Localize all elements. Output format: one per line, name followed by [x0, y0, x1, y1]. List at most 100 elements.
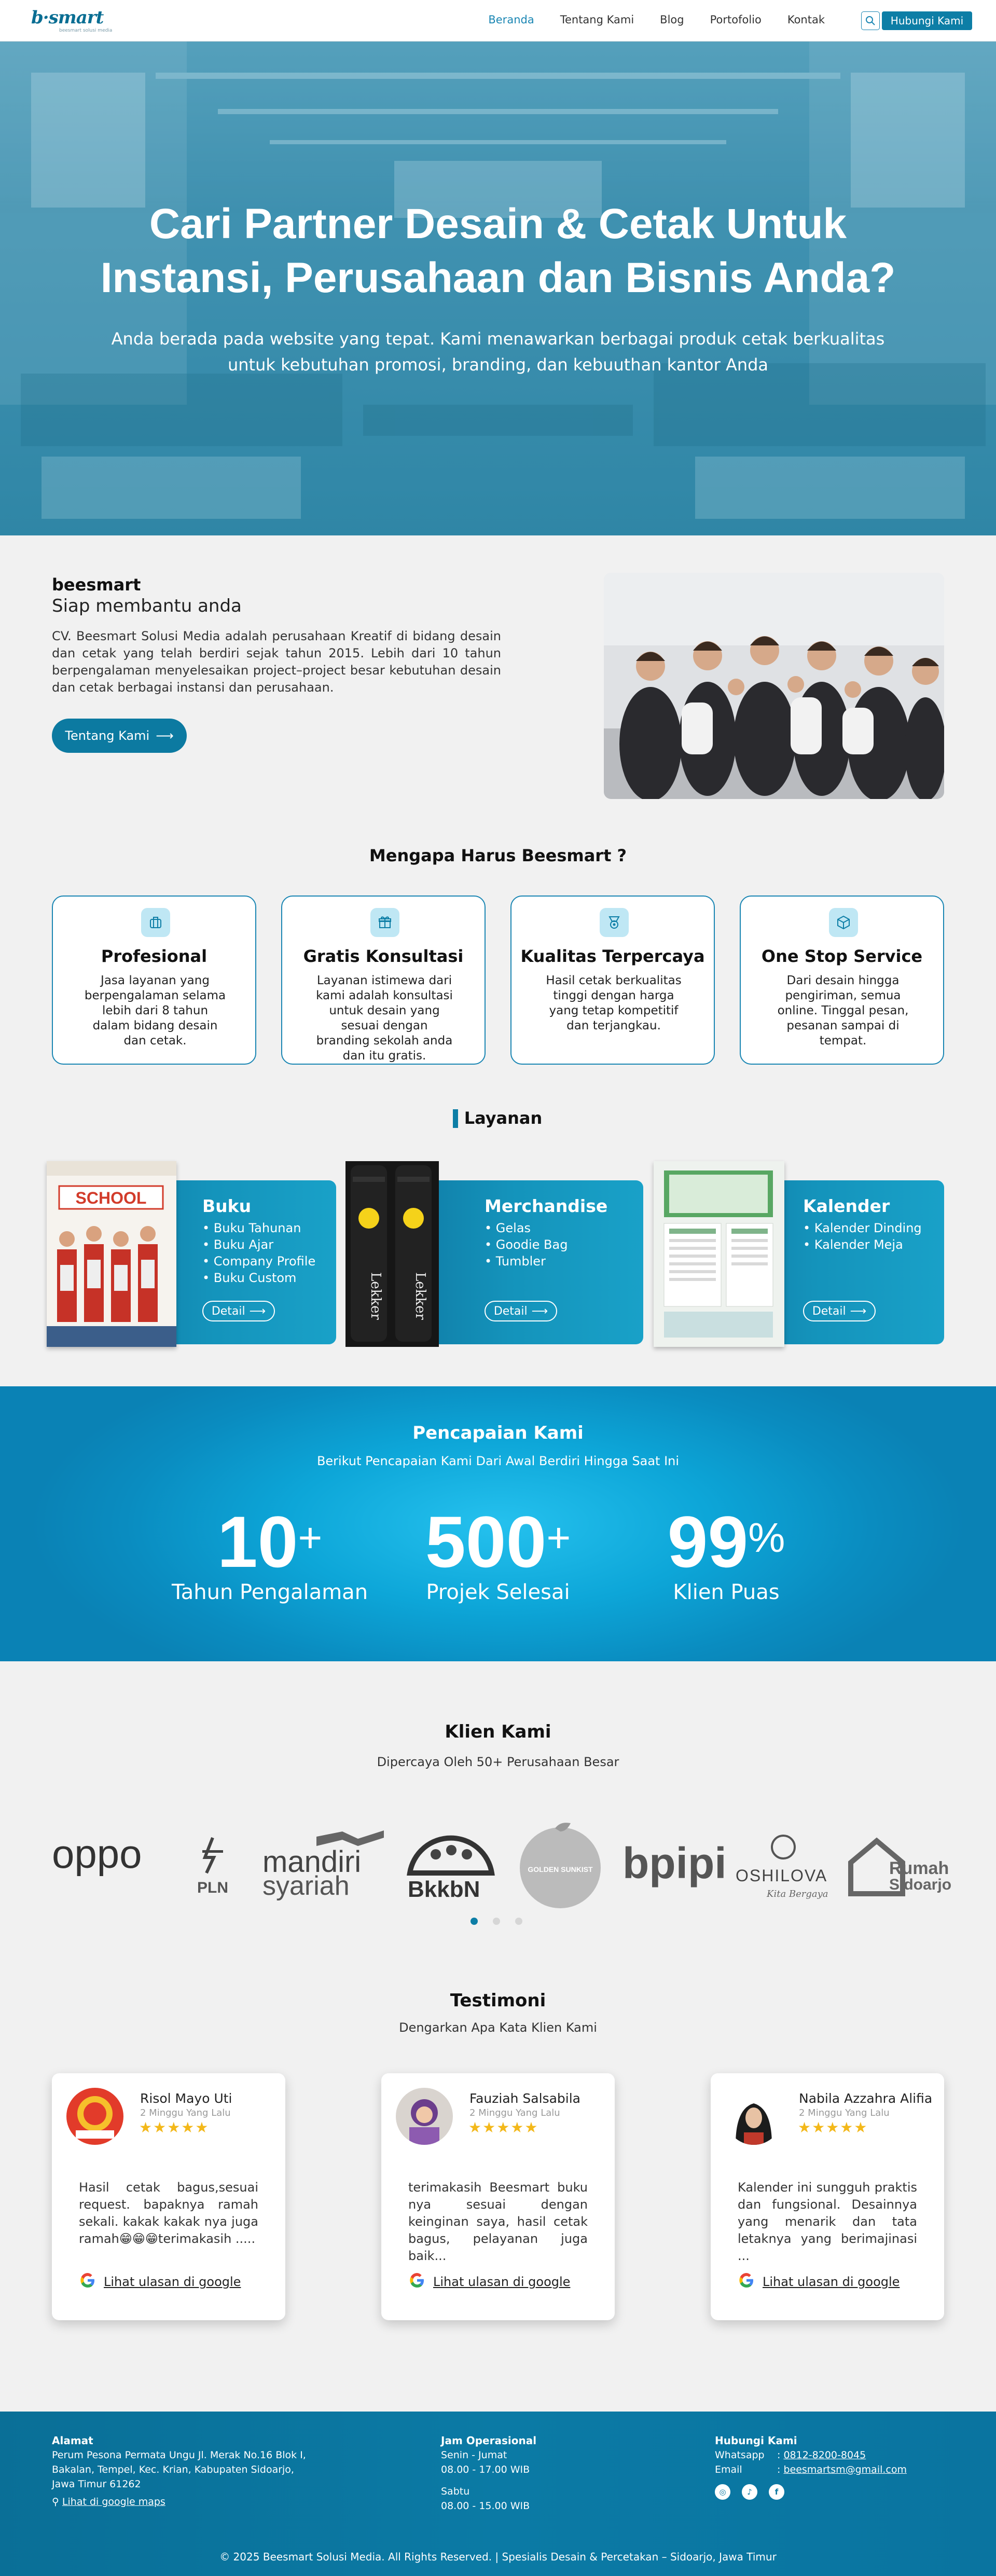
svg-text:syariah: syariah	[262, 1871, 350, 1901]
why-card-text: Hasil cetak berkualitas tinggi dengan ha…	[546, 974, 682, 1032]
testimonials-title: Testimoni	[450, 1990, 546, 2011]
google-review-link[interactable]: Lihat ulasan di google	[738, 2271, 900, 2292]
service-bullets: Buku Tahunan Buku Ajar Company Profile B…	[202, 1220, 315, 1286]
clients-subtitle: Dipercaya Oleh 50+ Perusahaan Besar	[377, 1755, 619, 1769]
logo-bkkbn: BkkbN	[407, 1835, 495, 1902]
medal-icon	[600, 908, 629, 937]
review-text: terimakasih Beesmart buku nya sesuai den…	[408, 2180, 588, 2263]
nav-link-tentang-kami[interactable]: Tentang Kami	[560, 13, 634, 26]
logo-golden-sunkist: GOLDEN SUNKIST	[520, 1823, 601, 1908]
instagram-icon[interactable]: ◎	[715, 2484, 730, 2500]
google-review-link[interactable]: Lihat ulasan di google	[79, 2271, 241, 2292]
svg-text:OSHILOVA: OSHILOVA	[736, 1866, 827, 1885]
logo-oshilova: OSHILOVA Kita Bergaya	[736, 1835, 828, 1899]
google-icon	[408, 2271, 426, 2292]
footer-hours: Jam Operasional Senin - Jumat 08.00 - 17…	[441, 2434, 537, 2512]
whatsapp-link[interactable]: 0812-8200-8045	[783, 2449, 866, 2461]
achievements-section: Pencapaian Kami Berikut Pencapaian Kami …	[0, 1386, 996, 1661]
book-cover-image: SCHOOL	[47, 1161, 176, 1347]
why-card-text: Jasa layanan yang berpengalaman selama l…	[84, 974, 226, 1048]
carousel-dot-active[interactable]	[471, 1918, 478, 1925]
testimonial-card: Fauziah Salsabila 2 Minggu Yang Lalu ★★★…	[381, 2073, 615, 2320]
carousel-dot[interactable]	[493, 1918, 500, 1925]
site-logo[interactable]: b·smart beesmart solusi media	[31, 7, 112, 33]
reviewer-name: Risol Mayo Uti	[140, 2091, 232, 2106]
top-navbar: b·smart beesmart solusi media Beranda Ten…	[0, 0, 996, 42]
nav-link-blog[interactable]: Blog	[660, 13, 684, 26]
footer-address: Alamat Perum Pesona Permata Ungu Jl. Mer…	[52, 2433, 311, 2509]
team-photo	[604, 573, 944, 799]
facebook-icon[interactable]: f	[769, 2484, 784, 2500]
arrow-right-icon: ⟶	[850, 1304, 867, 1318]
logo-mandiri-syariah: mandiri syariah	[262, 1830, 384, 1901]
maps-link[interactable]: ⚲ Lihat di google maps	[52, 2495, 311, 2509]
hubungi-kami-button[interactable]: Hubungi Kami	[882, 11, 972, 30]
email-link[interactable]: beesmartsm@gmail.com	[783, 2464, 907, 2475]
logo-oppo: oppo	[52, 1831, 142, 1877]
achievements-subtitle: Berikut Pencapaian Kami Dari Awal Berdir…	[316, 1454, 680, 1468]
nav-link-portofolio[interactable]: Portofolio	[710, 13, 762, 26]
testimonial-card: Nabila Azzahra Alifia 2 Minggu Yang Lalu…	[711, 2073, 944, 2320]
why-card-gratis-konsultasi: Gratis Konsultasi Layanan istimewa dari …	[281, 896, 486, 1065]
review-text: Kalender ini sungguh praktis dan fungsio…	[738, 2180, 917, 2263]
star-rating: ★★★★★	[139, 2119, 210, 2136]
about-tagline: Siap membantu anda	[52, 596, 242, 616]
review-time: 2 Minggu Yang Lalu	[469, 2107, 560, 2118]
svg-text:BkkbN: BkkbN	[408, 1877, 480, 1902]
why-card-title: One Stop Service	[761, 946, 923, 966]
hero-section: Cari Partner Desain & Cetak Untuk Instan…	[0, 42, 996, 535]
stat-klien-puas: 99% Klien Puas	[667, 1501, 785, 1605]
hero-subtitle: Anda berada pada website yang tepat. Kam…	[111, 329, 885, 375]
logo-rumah-sidoarjo: Rumah Sidoarjo	[848, 1837, 951, 1896]
why-card-profesional: Profesional Jasa layanan yang berpengala…	[52, 896, 256, 1065]
testimonial-card: Risol Mayo Uti 2 Minggu Yang Lalu ★★★★★ …	[52, 2073, 285, 2320]
service-bullets: Kalender Dinding Kalender Meja	[803, 1220, 922, 1253]
logo-bpipi: bpipi	[622, 1839, 727, 1888]
service-bullets: Gelas Goodie Bag Tumbler	[485, 1220, 568, 1270]
gift-icon	[370, 908, 399, 937]
detail-button-merchandise[interactable]: Detail ⟶	[485, 1301, 557, 1321]
star-rating: ★★★★★	[468, 2119, 539, 2136]
google-icon	[738, 2271, 755, 2292]
why-card-kualitas-terpercaya: Kualitas Terpercaya Hasil cetak berkuali…	[510, 896, 715, 1065]
nav-link-beranda[interactable]: Beranda	[488, 13, 534, 26]
avatar	[396, 2088, 453, 2145]
why-card-one-stop-service: One Stop Service Dari desain hingga peng…	[740, 896, 944, 1065]
arrow-right-icon: ⟶	[531, 1304, 548, 1318]
detail-button-buku[interactable]: Detail ⟶	[202, 1301, 275, 1321]
detail-button-kalender[interactable]: Detail ⟶	[803, 1301, 876, 1321]
tiktok-icon[interactable]: ♪	[742, 2484, 757, 2500]
carousel-dot[interactable]	[515, 1918, 522, 1925]
about-description: CV. Beesmart Solusi Media adalah perusah…	[52, 629, 501, 695]
arrow-right-icon: ⟶	[249, 1304, 266, 1318]
tentang-kami-button[interactable]: Tentang Kami ⟶	[52, 719, 187, 753]
google-review-link[interactable]: Lihat ulasan di google	[408, 2271, 570, 2292]
footer-contact: Hubungi Kami Whatsapp: 0812-8200-8045 Em…	[715, 2433, 953, 2500]
client-logo-carousel[interactable]: oppo PLN mandiri syariah BkkbN GOLDEN SU…	[0, 1816, 996, 1909]
avatar	[725, 2088, 782, 2145]
svg-text:Kita Bergaya: Kita Bergaya	[766, 1889, 828, 1899]
tumbler-image: Lekker Lekker	[345, 1161, 439, 1347]
reviewer-name: Nabila Azzahra Alifia	[799, 2091, 933, 2106]
calendar-image	[654, 1161, 784, 1347]
testimonials-subtitle: Dengarkan Apa Kata Klien Kami	[399, 2020, 597, 2035]
review-time: 2 Minggu Yang Lalu	[140, 2107, 231, 2118]
nav-link-kontak[interactable]: Kontak	[787, 13, 825, 26]
svg-text:Rumah: Rumah	[889, 1858, 949, 1878]
briefcase-icon	[141, 908, 170, 937]
why-card-title: Profesional	[101, 946, 208, 966]
why-card-title: Kualitas Terpercaya	[520, 946, 705, 966]
copyright: © 2025 Beesmart Solusi Media. All Rights…	[219, 2551, 777, 2563]
star-rating: ★★★★★	[798, 2119, 868, 2136]
tumbler-text: Lekker	[368, 1272, 383, 1320]
clients-title: Klien Kami	[445, 1721, 551, 1742]
stat-tahun-pengalaman: 10+ Tahun Pengalaman	[171, 1501, 368, 1605]
svg-text:GOLDEN SUNKIST: GOLDEN SUNKIST	[528, 1865, 593, 1874]
nav-links: Beranda Tentang Kami Blog Portofolio Kon…	[488, 13, 825, 26]
svg-text:PLN: PLN	[197, 1879, 228, 1896]
search-icon[interactable]	[861, 11, 880, 30]
why-card-text: Layanan istimewa dari kami adalah konsul…	[316, 974, 453, 1063]
service-title: Buku	[202, 1196, 252, 1216]
stat-projek-selesai: 500+ Projek Selesai	[425, 1501, 571, 1605]
achievements-title: Pencapaian Kami	[412, 1423, 584, 1443]
